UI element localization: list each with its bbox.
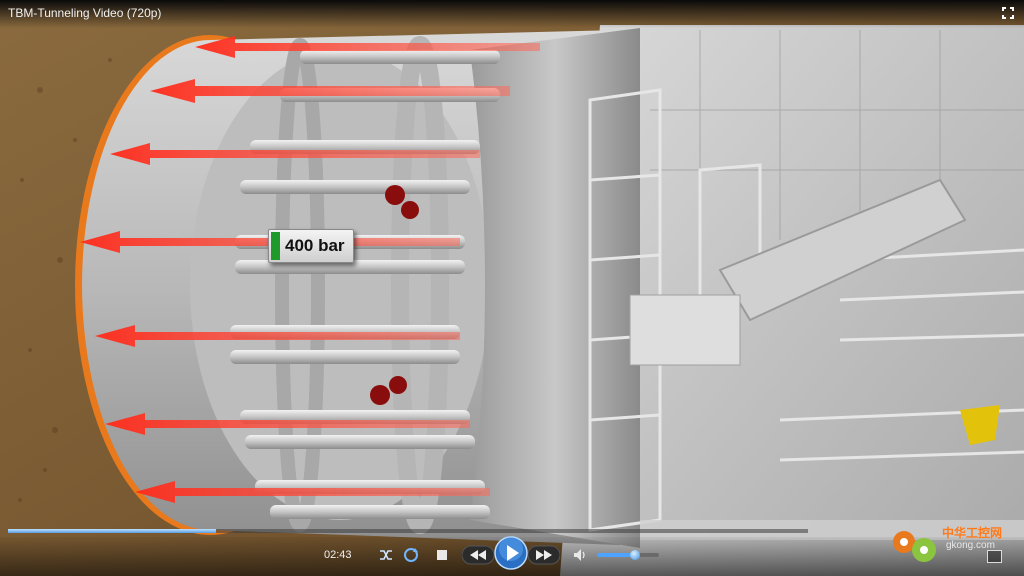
tail-ring: [470, 28, 640, 548]
volume-thumb[interactable]: [630, 550, 641, 560]
previous-icon[interactable]: [462, 545, 494, 565]
next-icon[interactable]: [528, 545, 560, 565]
watermark: 中华工控网 gkong.com: [888, 520, 1018, 570]
current-time: 02:43: [324, 549, 352, 561]
platform-block: [629, 294, 741, 366]
title-bar: TBM-Tunneling Video (720p): [0, 0, 1024, 28]
pressure-label: 400 bar: [268, 229, 354, 263]
stop-icon[interactable]: [435, 548, 449, 562]
watermark-brand: 中华工控网: [942, 526, 1003, 540]
fullscreen-icon[interactable]: [1000, 5, 1016, 21]
volume-slider[interactable]: [597, 550, 659, 560]
mini-mode-button[interactable]: [987, 550, 1002, 563]
repeat-icon[interactable]: [402, 546, 420, 564]
video-player[interactable]: TBM-Tunneling Video (720p) 400 bar 02:43: [0, 0, 1024, 576]
volume-icon[interactable]: [572, 547, 588, 563]
video-frame[interactable]: [0, 0, 1024, 576]
gear-logo-icon: [893, 531, 936, 562]
window-title: TBM-Tunneling Video (720p): [8, 6, 162, 20]
play-icon[interactable]: [494, 536, 528, 570]
seek-bar[interactable]: [8, 529, 808, 533]
player-controls: 02:43: [0, 536, 1024, 576]
shuffle-icon[interactable]: [378, 547, 394, 563]
seek-bar-fill: [8, 529, 216, 533]
